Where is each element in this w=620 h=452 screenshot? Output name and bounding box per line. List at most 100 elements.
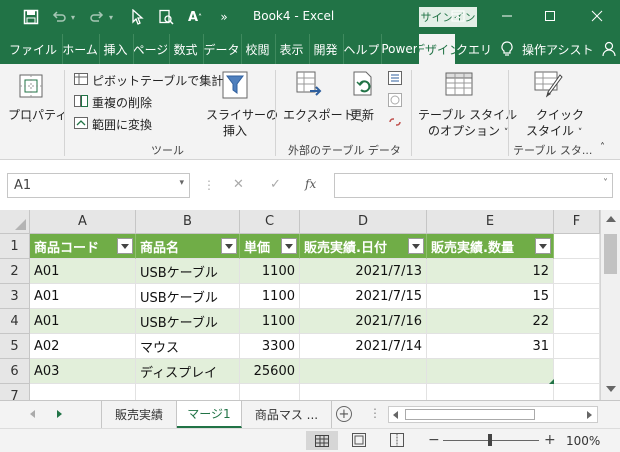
zoom-slider[interactable] <box>443 434 539 446</box>
page-break-view-icon[interactable] <box>390 433 406 449</box>
tab-insert[interactable]: 挿入 <box>99 34 131 64</box>
table-cell[interactable]: 2021/7/13 <box>300 259 427 284</box>
column-header-d[interactable]: D <box>300 210 427 234</box>
table-cell[interactable]: 22 <box>427 309 554 334</box>
table-style-options-icon[interactable] <box>444 70 474 100</box>
table-cell[interactable]: ディスプレイ <box>136 359 240 384</box>
pivot-summarize-button[interactable]: ピボットテーブルで集計 <box>92 72 223 89</box>
table-cell[interactable]: USBケーブル <box>136 284 240 309</box>
zoom-slider-thumb[interactable] <box>488 434 492 446</box>
save-icon[interactable] <box>22 8 40 26</box>
page-layout-view-icon[interactable] <box>352 433 368 449</box>
table-cell[interactable]: マウス <box>136 334 240 359</box>
empty-cell[interactable] <box>300 384 427 400</box>
maximize-icon[interactable] <box>540 6 560 26</box>
tab-formulas[interactable]: 数式 <box>169 34 201 64</box>
tab-help[interactable]: ヘルプ <box>343 34 379 64</box>
table-properties-icon[interactable] <box>387 70 403 86</box>
empty-cell[interactable] <box>136 384 240 400</box>
empty-cell[interactable] <box>240 384 300 400</box>
table-style-options-button-2[interactable]: のオプション ˅ <box>428 122 508 139</box>
insert-function-icon[interactable]: fx <box>305 177 316 191</box>
table-cell[interactable] <box>300 359 427 384</box>
table-cell[interactable]: USBケーブル <box>136 309 240 334</box>
table-cell[interactable]: 2021/7/16 <box>300 309 427 334</box>
empty-cell[interactable] <box>554 334 600 359</box>
tab-data[interactable]: データ <box>203 34 239 64</box>
column-header-c[interactable]: C <box>240 210 300 234</box>
export-chevron-icon[interactable]: ˅ <box>307 120 312 130</box>
table-cell[interactable]: A01 <box>30 284 136 309</box>
convert-to-range-button[interactable]: 範囲に変換 <box>92 116 152 133</box>
empty-cell[interactable] <box>554 309 600 334</box>
table-cell[interactable]: A01 <box>30 309 136 334</box>
table-cell[interactable]: 12 <box>427 259 554 284</box>
collapse-ribbon-icon[interactable]: ˄ <box>600 142 605 153</box>
table-cell[interactable]: USBケーブル <box>136 259 240 284</box>
quick-styles-button[interactable]: クイック <box>536 106 584 123</box>
row-header-4[interactable]: 4 <box>0 309 30 334</box>
table-header-cell[interactable]: 商品名 <box>136 234 240 259</box>
zoom-level[interactable]: 100% <box>566 434 600 448</box>
table-cell[interactable]: 2021/7/15 <box>300 284 427 309</box>
filter-dropdown-icon[interactable] <box>408 238 424 254</box>
table-cell[interactable]: 31 <box>427 334 554 359</box>
empty-cell[interactable] <box>554 384 600 400</box>
sheet-tab-merge1[interactable]: マージ1 <box>177 401 242 428</box>
filter-dropdown-icon[interactable] <box>535 238 551 254</box>
sheet-scroll-right-icon[interactable] <box>57 410 62 418</box>
row-header-6[interactable]: 6 <box>0 359 30 384</box>
tab-review[interactable]: 校閲 <box>241 34 273 64</box>
column-header-f[interactable]: F <box>554 210 600 234</box>
scroll-up-icon[interactable] <box>606 216 616 222</box>
row-header-7[interactable]: 7 <box>0 384 30 400</box>
formula-input[interactable]: ˅ <box>334 173 613 198</box>
user-icon[interactable] <box>598 34 620 64</box>
table-cell[interactable]: 15 <box>427 284 554 309</box>
tab-power[interactable]: Power <box>381 34 417 64</box>
table-header-cell[interactable]: 販売実績.日付 <box>300 234 427 259</box>
empty-cell[interactable] <box>554 284 600 309</box>
scroll-down-icon[interactable] <box>606 386 616 392</box>
print-preview-icon[interactable] <box>157 8 175 26</box>
column-header-b[interactable]: B <box>136 210 240 234</box>
more-commands-icon[interactable]: » <box>215 8 233 26</box>
redo-icon[interactable] <box>88 8 106 26</box>
filter-dropdown-icon[interactable] <box>221 238 237 254</box>
table-header-cell[interactable]: 販売実績.数量 <box>427 234 554 259</box>
sheet-tab-products[interactable]: 商品マス ... <box>242 401 332 428</box>
tab-query[interactable]: クエリ <box>457 34 491 64</box>
tab-home[interactable]: ホーム <box>62 34 97 64</box>
sheet-bar-grip[interactable]: ⋮ <box>369 406 381 420</box>
quick-styles-button-2[interactable]: スタイル ˅ <box>526 122 582 139</box>
column-header-a[interactable]: A <box>30 210 136 234</box>
table-cell[interactable] <box>427 359 554 384</box>
sheet-tab-sales[interactable]: 販売実績 <box>101 401 177 428</box>
formula-bar-grip[interactable]: ⋮ <box>203 178 215 192</box>
remove-duplicates-button[interactable]: 重複の削除 <box>92 94 152 111</box>
minimize-icon[interactable] <box>497 6 517 26</box>
column-header-e[interactable]: E <box>427 210 554 234</box>
refresh-icon[interactable] <box>350 70 378 100</box>
confirm-entry-icon[interactable]: ✓ <box>270 177 281 192</box>
refresh-chevron-icon[interactable]: ˅ <box>360 120 365 130</box>
unlink-icon[interactable] <box>387 114 403 130</box>
slicer-icon[interactable] <box>221 70 249 100</box>
scroll-thumb[interactable] <box>604 234 617 274</box>
ribbon-display-icon[interactable] <box>448 6 468 26</box>
export-button[interactable]: エクスポート <box>283 106 355 123</box>
tell-me-search[interactable]: 操作アシスト <box>522 34 596 64</box>
formula-expand-icon[interactable]: ˅ <box>603 178 608 189</box>
quick-styles-icon[interactable] <box>533 70 565 100</box>
name-box-dropdown-icon[interactable]: ▾ <box>179 178 184 188</box>
normal-view-icon[interactable] <box>306 431 338 450</box>
table-cell[interactable]: A01 <box>30 259 136 284</box>
tab-file[interactable]: ファイル <box>6 34 60 64</box>
zoom-in-button[interactable]: + <box>544 432 556 448</box>
table-cell[interactable]: 1100 <box>240 309 300 334</box>
undo-icon[interactable] <box>50 8 68 26</box>
name-box[interactable]: A1 ▾ <box>7 173 190 198</box>
select-cursor-icon[interactable] <box>128 8 146 26</box>
table-cell[interactable]: 3300 <box>240 334 300 359</box>
table-cell[interactable]: 1100 <box>240 259 300 284</box>
